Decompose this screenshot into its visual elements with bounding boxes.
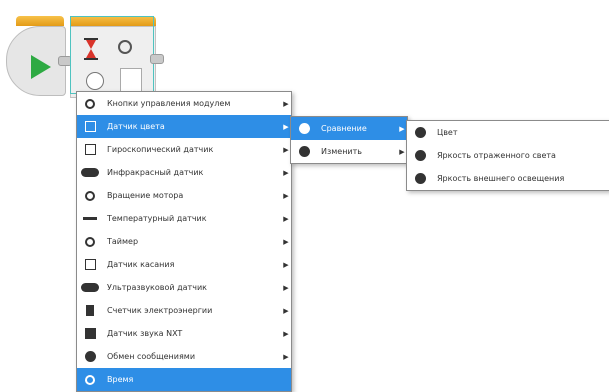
- menu-item-brick-buttons[interactable]: Кнопки управления модулем ▶: [77, 92, 291, 115]
- start-block[interactable]: [6, 16, 72, 96]
- color-sensor-submenu: Сравнение ▶ Изменить ▶: [290, 116, 408, 164]
- menu-item-label: Вращение мотора: [107, 191, 184, 200]
- menu-item-label: Счетчик электроэнергии: [107, 306, 213, 315]
- menu-item-label: Цвет: [437, 128, 458, 137]
- menu-item-label: Гироскопический датчик: [107, 145, 214, 154]
- menu-item-label: Яркость отраженного света: [437, 151, 556, 160]
- ambient-light-icon: [414, 173, 426, 184]
- menu-item-reflected-light[interactable]: Яркость отраженного света: [407, 144, 609, 167]
- menu-item-compare[interactable]: Сравнение ▶: [291, 117, 407, 140]
- menu-item-label: Датчик касания: [107, 260, 175, 269]
- menu-item-label: Сравнение: [321, 124, 367, 133]
- brick-buttons-icon: [85, 98, 95, 109]
- color-icon: [414, 127, 426, 138]
- change-icon: [298, 146, 310, 157]
- mode-menu: Кнопки управления модулем ▶ Датчик цвета…: [76, 91, 292, 392]
- submenu-arrow-icon: ▶: [283, 306, 289, 315]
- start-block-body: [6, 26, 66, 96]
- wait-block[interactable]: [70, 16, 164, 98]
- menu-item-color-sensor[interactable]: Датчик цвета ▶: [77, 115, 291, 138]
- submenu-arrow-icon: ▶: [283, 214, 289, 223]
- submenu-arrow-icon: ▶: [283, 283, 289, 292]
- menu-item-label: Яркость внешнего освещения: [437, 174, 565, 183]
- color-sensor-icon: [84, 121, 96, 132]
- sequence-connector: [150, 54, 164, 64]
- menu-item-label: Кнопки управления модулем: [107, 99, 231, 108]
- menu-item-color[interactable]: Цвет: [407, 121, 609, 144]
- gyro-sensor-icon: [84, 144, 96, 155]
- menu-item-change[interactable]: Изменить ▶: [291, 140, 407, 163]
- menu-item-label: Температурный датчик: [107, 214, 207, 223]
- touch-sensor-icon: [84, 259, 96, 270]
- port-selector[interactable]: [120, 68, 142, 92]
- submenu-arrow-icon: ▶: [283, 237, 289, 246]
- compare-icon: [298, 123, 310, 134]
- menu-item-ultrasonic-sensor[interactable]: Ультразвуковой датчик ▶: [77, 276, 291, 299]
- menu-item-label: Обмен сообщениями: [107, 352, 196, 361]
- messaging-icon: [84, 351, 96, 362]
- menu-item-label: Изменить: [321, 147, 362, 156]
- menu-item-touch-sensor[interactable]: Датчик касания ▶: [77, 253, 291, 276]
- submenu-arrow-icon: ▶: [283, 260, 289, 269]
- submenu-arrow-icon: ▶: [283, 352, 289, 361]
- start-block-header: [16, 16, 64, 26]
- menu-item-timer[interactable]: Таймер ▶: [77, 230, 291, 253]
- menu-item-label: Инфракрасный датчик: [107, 168, 204, 177]
- hourglass-icon: [84, 38, 98, 60]
- temperature-sensor-icon: [83, 217, 97, 220]
- energy-meter-icon: [86, 305, 94, 316]
- mode-selector-button[interactable]: [86, 72, 104, 90]
- sound-sensor-icon: [84, 328, 96, 339]
- infrared-sensor-icon: [81, 168, 99, 177]
- compare-submenu: Цвет Яркость отраженного света Яркость в…: [406, 120, 609, 191]
- reflected-light-icon: [414, 150, 426, 161]
- time-icon: [85, 374, 95, 385]
- ultrasonic-sensor-icon: [81, 283, 99, 292]
- menu-item-motor-rotation[interactable]: Вращение мотора ▶: [77, 184, 291, 207]
- menu-item-messaging[interactable]: Обмен сообщениями ▶: [77, 345, 291, 368]
- submenu-arrow-icon: ▶: [283, 99, 289, 108]
- menu-item-label: Ультразвуковой датчик: [107, 283, 207, 292]
- menu-item-infrared-sensor[interactable]: Инфракрасный датчик ▶: [77, 161, 291, 184]
- timer-icon: [85, 236, 95, 247]
- menu-item-energy-meter[interactable]: Счетчик электроэнергии ▶: [77, 299, 291, 322]
- menu-item-label: Время: [107, 375, 134, 384]
- submenu-arrow-icon: ▶: [283, 191, 289, 200]
- menu-item-gyro-sensor[interactable]: Гироскопический датчик ▶: [77, 138, 291, 161]
- menu-item-ambient-light[interactable]: Яркость внешнего освещения: [407, 167, 609, 190]
- menu-item-label: Таймер: [107, 237, 139, 246]
- menu-item-temperature-sensor[interactable]: Температурный датчик ▶: [77, 207, 291, 230]
- menu-item-nxt-sound-sensor[interactable]: Датчик звука NXT ▶: [77, 322, 291, 345]
- submenu-arrow-icon: ▶: [283, 168, 289, 177]
- submenu-arrow-icon: ▶: [283, 329, 289, 338]
- motor-rotation-icon: [85, 190, 95, 201]
- menu-item-label: Датчик звука NXT: [107, 329, 183, 338]
- clock-icon: [118, 40, 132, 54]
- menu-item-label: Датчик цвета: [107, 122, 165, 131]
- play-icon[interactable]: [31, 55, 51, 79]
